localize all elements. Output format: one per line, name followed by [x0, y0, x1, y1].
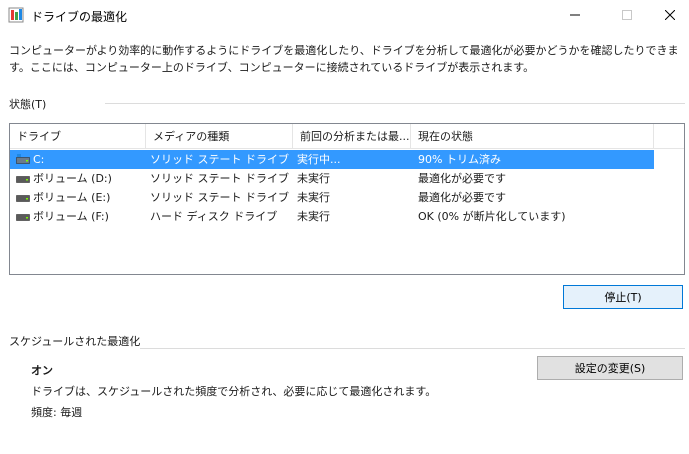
column-header-current-status[interactable]: 現在の状態 [411, 124, 654, 149]
stop-button[interactable]: 停止(T) [563, 285, 683, 309]
close-icon [665, 10, 675, 20]
defrag-app-icon [8, 7, 24, 23]
table-row[interactable]: ボリューム (F:) ハード ディスク ドライブ 未実行 OK (0% が断片化してい… [10, 207, 654, 226]
cell-media-type: ソリッド ステート ドライブ [150, 191, 289, 204]
cell-media-type: ソリッド ステート ドライブ [150, 172, 289, 185]
table-row[interactable]: C: ソリッド ステート ドライブ 実行中... 90% トリム済み [10, 150, 654, 169]
cell-media-type: ハード ディスク ドライブ [150, 210, 278, 223]
maximize-icon [622, 10, 632, 20]
change-settings-button[interactable]: 設定の変更(S) [537, 356, 683, 380]
status-divider [105, 103, 685, 104]
description-text: コンピューターがより効率的に動作するようにドライブを最適化したり、ドライブを分析… [9, 44, 679, 74]
cell-current-status: 最適化が必要です [418, 191, 506, 204]
cell-current-status: 最適化が必要です [418, 172, 506, 185]
schedule-section-label: スケジュールされた最適化 [9, 333, 141, 349]
maximize-button[interactable] [604, 0, 650, 30]
minimize-icon [570, 14, 580, 16]
close-button[interactable] [647, 0, 689, 30]
window-title: ドライブの最適化 [31, 10, 128, 24]
list-header: ドライブ メディアの種類 前回の分析または最... 現在の状態 [10, 124, 684, 149]
cell-drive: C: [33, 153, 45, 166]
cell-current-status: OK (0% が断片化しています) [418, 210, 566, 223]
system-drive-icon [16, 154, 30, 164]
status-section-label: 状態(T) [9, 96, 47, 112]
drive-icon [16, 176, 30, 183]
drive-icon [16, 214, 30, 221]
column-header-last-run[interactable]: 前回の分析または最... [293, 124, 411, 149]
cell-drive: ボリューム (F:) [33, 210, 109, 223]
schedule-frequency: 頻度: 毎週 [31, 406, 83, 419]
column-header-drive[interactable]: ドライブ [10, 124, 146, 149]
table-row[interactable]: ボリューム (D:) ソリッド ステート ドライブ 未実行 最適化が必要です [10, 169, 654, 188]
cell-drive: ボリューム (D:) [33, 172, 112, 185]
table-row[interactable]: ボリューム (E:) ソリッド ステート ドライブ 未実行 最適化が必要です [10, 188, 654, 207]
cell-last-run: 実行中... [297, 153, 341, 166]
cell-last-run: 未実行 [297, 210, 330, 223]
column-header-media-type[interactable]: メディアの種類 [146, 124, 293, 149]
cell-media-type: ソリッド ステート ドライブ [150, 153, 289, 166]
drive-list[interactable]: ドライブ メディアの種類 前回の分析または最... 現在の状態 C: ソリッド ス… [9, 123, 685, 275]
minimize-button[interactable] [552, 0, 598, 30]
cell-drive: ボリューム (E:) [33, 191, 111, 204]
schedule-status: オン [31, 364, 53, 377]
title-bar: ドライブの最適化 [0, 0, 689, 30]
cell-last-run: 未実行 [297, 172, 330, 185]
cell-last-run: 未実行 [297, 191, 330, 204]
drive-icon [16, 195, 30, 202]
schedule-description: ドライブは、スケジュールされた頻度で分析され、必要に応じて最適化されます。 [31, 385, 437, 398]
cell-current-status: 90% トリム済み [418, 153, 501, 166]
